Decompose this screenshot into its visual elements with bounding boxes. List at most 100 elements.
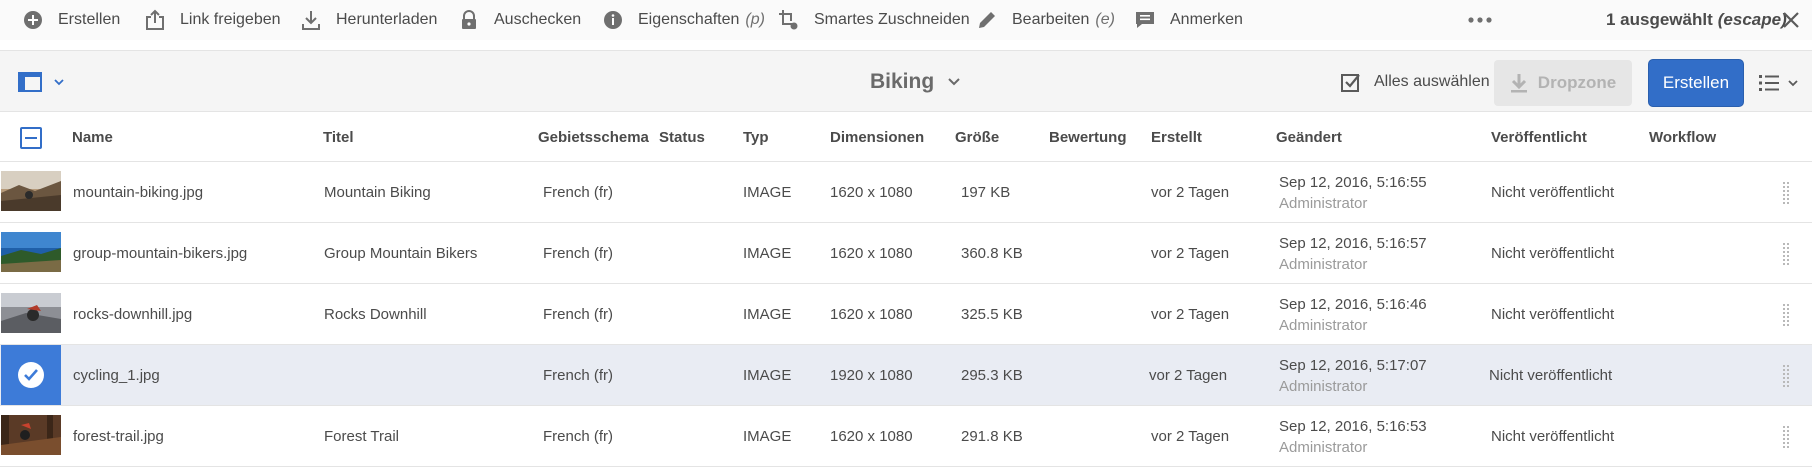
- folder-title-dropdown[interactable]: Biking: [870, 51, 960, 113]
- table-row[interactable]: forest-trail.jpg Forest Trail French (fr…: [0, 406, 1812, 467]
- properties-shortcut: (p): [745, 11, 765, 28]
- column-header-name[interactable]: Name: [72, 112, 113, 162]
- selection-count: 1 ausgewählt (escape): [1606, 0, 1787, 40]
- table-row[interactable]: group-mountain-bikers.jpg Group Mountain…: [0, 223, 1812, 284]
- lock-icon: [458, 9, 480, 31]
- asset-thumbnail[interactable]: [1, 171, 61, 211]
- table-row[interactable]: mountain-biking.jpg Mountain Biking Fren…: [0, 162, 1812, 223]
- cell-name[interactable]: group-mountain-bikers.jpg: [73, 223, 247, 284]
- table-header: Name Titel Gebietsschema Status Typ Dime…: [0, 112, 1812, 162]
- cell-name[interactable]: rocks-downhill.jpg: [73, 284, 192, 345]
- annotate-label: Anmerken: [1170, 11, 1243, 28]
- action-bar: Erstellen Link freigeben Herunterladen A…: [0, 0, 1812, 40]
- edit-action[interactable]: Bearbeiten (e): [976, 0, 1115, 40]
- column-header-modified[interactable]: Geändert: [1276, 112, 1342, 162]
- pencil-icon: [976, 9, 998, 31]
- cell-size: 325.5 KB: [961, 306, 1023, 323]
- cell-name[interactable]: forest-trail.jpg: [73, 406, 164, 467]
- folder-title: Biking: [870, 70, 935, 93]
- cell-modified: Sep 12, 2016, 5:16:53 Administrator: [1279, 406, 1427, 467]
- cell-created: vor 2 Tagen: [1151, 428, 1230, 445]
- column-header-created[interactable]: Erstellt: [1151, 112, 1202, 162]
- cell-created: vor 2 Tagen: [1149, 367, 1228, 384]
- cell-dimensions: 1920 x 1080: [830, 367, 913, 384]
- modified-by: Administrator: [1279, 194, 1368, 212]
- cell-dimensions: 1620 x 1080: [830, 245, 913, 262]
- drag-handle[interactable]: [1783, 182, 1791, 204]
- indeterminate-icon: [25, 137, 37, 139]
- select-all-label: Alles auswählen: [1374, 73, 1490, 90]
- column-header-title[interactable]: Titel: [323, 112, 354, 162]
- rail-toggle-button[interactable]: [18, 69, 64, 95]
- more-actions-button[interactable]: [1466, 8, 1494, 32]
- column-header-type[interactable]: Typ: [743, 112, 769, 162]
- table-row[interactable]: rocks-downhill.jpg Rocks Downhill French…: [0, 284, 1812, 345]
- list-view-icon: [1759, 75, 1779, 91]
- cell-title: Mountain Biking: [324, 184, 431, 201]
- cell-type: IMAGE: [743, 184, 792, 201]
- column-header-published[interactable]: Veröffentlicht: [1491, 112, 1587, 162]
- cell-type: IMAGE: [743, 245, 792, 262]
- sidebar-icon: [18, 72, 42, 92]
- cell-name[interactable]: cycling_1.jpg: [73, 345, 160, 406]
- table-row-selected[interactable]: cycling_1.jpg French (fr) IMAGE 1920 x 1…: [0, 345, 1812, 406]
- column-header-status[interactable]: Status: [659, 112, 705, 162]
- view-switcher-button[interactable]: [1758, 71, 1798, 95]
- smart-crop-action[interactable]: Smartes Zuschneiden: [778, 0, 970, 40]
- cell-locale: French (fr): [543, 245, 614, 262]
- cell-published: Nicht veröffentlicht: [1491, 428, 1615, 445]
- drag-handle[interactable]: [1783, 304, 1791, 326]
- checkout-action[interactable]: Auschecken: [458, 0, 581, 40]
- drag-handle[interactable]: [1783, 426, 1791, 448]
- column-header-dimensions[interactable]: Dimensionen: [830, 112, 924, 162]
- cell-title: Group Mountain Bikers: [324, 245, 478, 262]
- chevron-down-icon: [1788, 79, 1798, 86]
- modified-date: Sep 12, 2016, 5:16:46: [1279, 295, 1427, 313]
- create-action-label: Erstellen: [58, 11, 121, 28]
- selection-count-text: 1 ausgewählt: [1606, 10, 1713, 29]
- close-icon: [1783, 12, 1799, 28]
- modified-date: Sep 12, 2016, 5:16:57: [1279, 234, 1427, 252]
- column-header-rating[interactable]: Bewertung: [1049, 112, 1127, 162]
- modified-date: Sep 12, 2016, 5:16:55: [1279, 173, 1427, 191]
- create-action[interactable]: Erstellen: [22, 0, 120, 40]
- checkbox-icon: [1341, 74, 1360, 92]
- cell-locale: French (fr): [543, 428, 614, 445]
- cell-modified: Sep 12, 2016, 5:16:57 Administrator: [1279, 223, 1427, 284]
- download-icon: [1510, 74, 1527, 93]
- annotate-action[interactable]: Anmerken: [1134, 0, 1243, 40]
- select-all-checkbox[interactable]: [20, 127, 42, 149]
- checkout-label: Auschecken: [494, 11, 582, 28]
- drag-handle[interactable]: [1783, 365, 1791, 387]
- modified-by: Administrator: [1279, 438, 1368, 456]
- drag-handle[interactable]: [1783, 243, 1791, 265]
- properties-action[interactable]: Eigenschaften (p): [602, 0, 765, 40]
- cell-created: vor 2 Tagen: [1151, 245, 1230, 262]
- cell-dimensions: 1620 x 1080: [830, 306, 913, 323]
- edit-label: Bearbeiten: [1012, 11, 1090, 28]
- asset-thumbnail[interactable]: [1, 293, 61, 333]
- asset-thumbnail[interactable]: [1, 415, 61, 455]
- cell-locale: French (fr): [543, 184, 614, 201]
- comment-icon: [1134, 9, 1156, 31]
- header-bar: Biking Alles auswählen Dropzone Erstelle…: [0, 50, 1812, 112]
- checkmark-icon: [18, 362, 44, 388]
- select-all-button[interactable]: Alles auswählen: [1340, 51, 1490, 113]
- cell-size: 197 KB: [961, 184, 1011, 201]
- smart-crop-label: Smartes Zuschneiden: [814, 11, 970, 28]
- download-action[interactable]: Herunterladen: [300, 0, 437, 40]
- close-selection-button[interactable]: [1780, 9, 1802, 31]
- row-selected-checkbox[interactable]: [1, 345, 61, 405]
- column-header-locale[interactable]: Gebietsschema: [538, 112, 649, 162]
- share-icon: [144, 9, 166, 31]
- add-circle-icon: [22, 9, 44, 31]
- dropzone-label: Dropzone: [1537, 73, 1617, 92]
- asset-thumbnail[interactable]: [1, 232, 61, 272]
- create-button-label: Erstellen: [1662, 73, 1730, 92]
- column-header-workflow[interactable]: Workflow: [1649, 112, 1716, 162]
- column-header-size[interactable]: Größe: [955, 112, 999, 162]
- create-button[interactable]: Erstellen: [1648, 59, 1744, 107]
- cell-size: 291.8 KB: [961, 428, 1023, 445]
- cell-name[interactable]: mountain-biking.jpg: [73, 162, 203, 223]
- share-link-action[interactable]: Link freigeben: [144, 0, 281, 40]
